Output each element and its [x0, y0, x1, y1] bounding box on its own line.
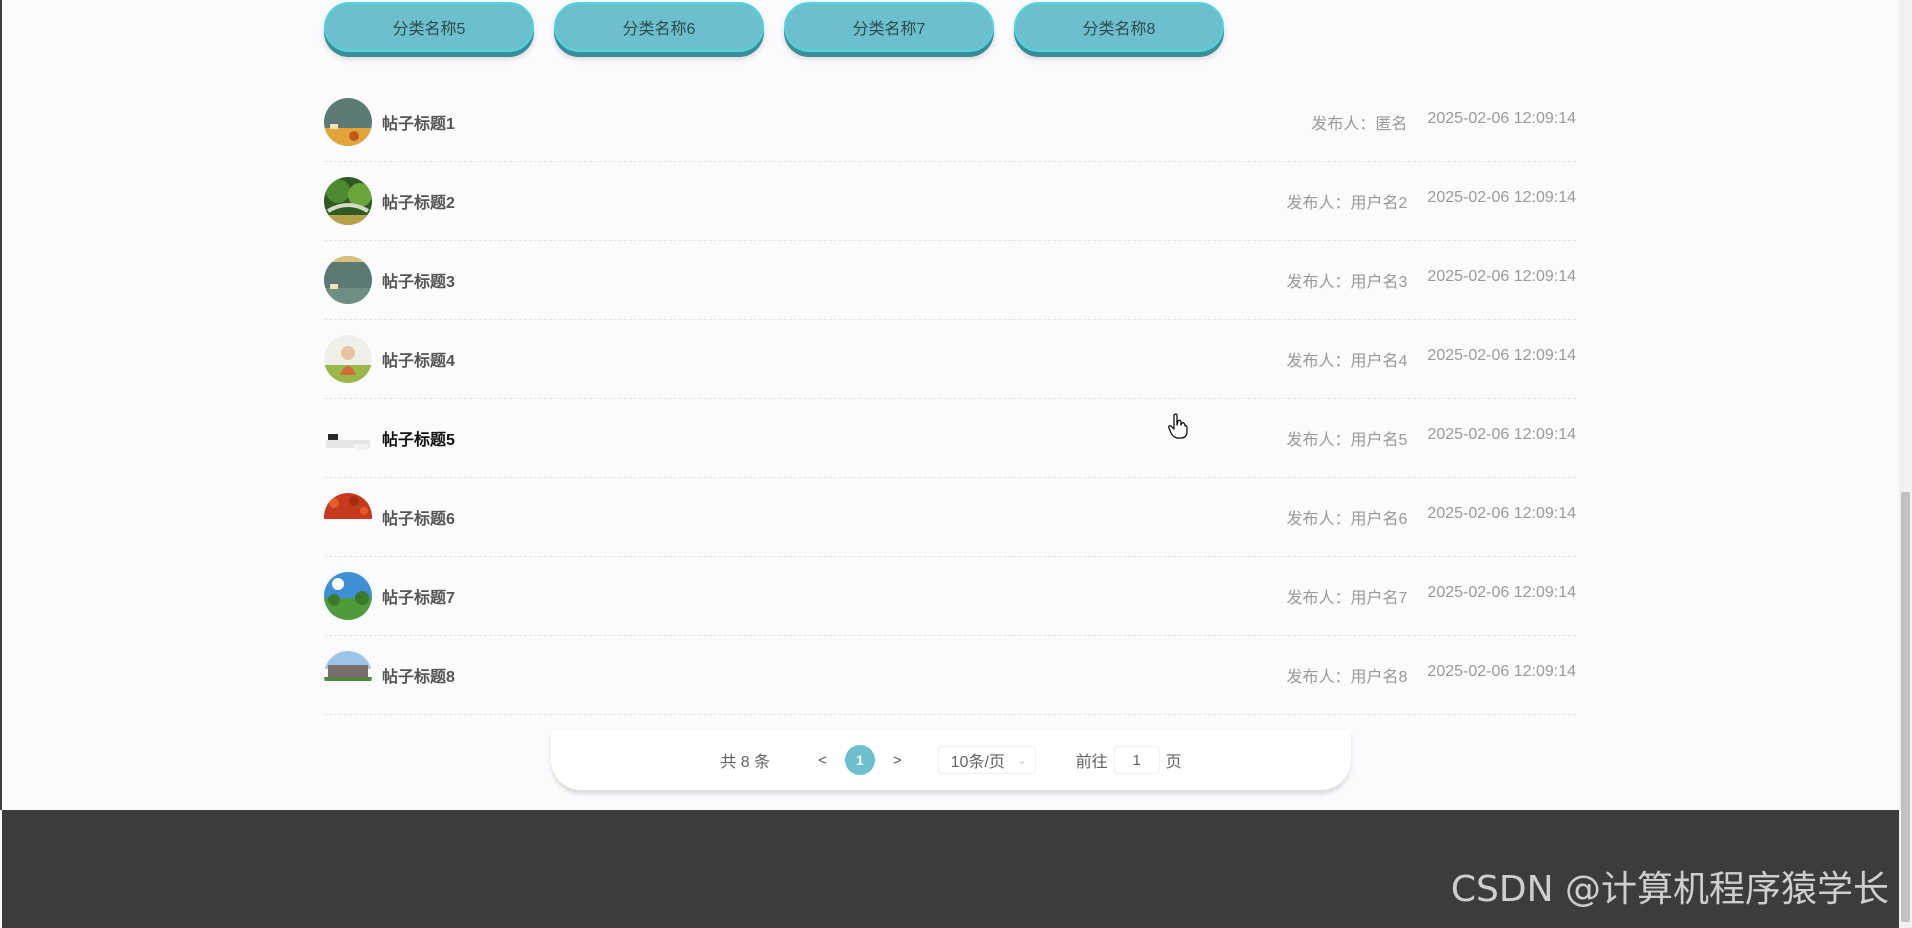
- watermark: CSDN @计算机程序猿学长: [1450, 869, 1889, 910]
- campus-icon: [324, 651, 372, 699]
- post-time: 2025-02-06 12:09:14: [1427, 268, 1576, 285]
- page: 分类名称5 分类名称6 分类名称7 分类名称8 帖子标题1 发布人：匿名 202…: [0, 0, 1912, 928]
- category-button-6[interactable]: 分类名称6: [554, 2, 764, 52]
- post-title[interactable]: 帖子标题7: [382, 584, 455, 608]
- post-time: 2025-02-06 12:09:14: [1427, 110, 1576, 127]
- post-item[interactable]: 帖子标题7 发布人：用户名7 2025-02-06 12:09:14: [324, 557, 1576, 636]
- pagination: 共 8 条 < 1 > 10条/页 ⌄ 前往 页: [551, 730, 1351, 790]
- post-publisher: 发布人：用户名6: [1286, 511, 1408, 528]
- park-icon: [324, 572, 372, 620]
- post-publisher: 发布人：用户名4: [1286, 353, 1408, 370]
- post-title[interactable]: 帖子标题2: [382, 189, 455, 213]
- classroom-icon: [324, 98, 372, 146]
- post-time: 2025-02-06 12:09:14: [1427, 663, 1576, 680]
- post-meta: 发布人：用户名6 2025-02-06 12:09:14: [1287, 505, 1576, 529]
- prev-page-button[interactable]: <: [818, 752, 827, 769]
- category-bar: 分类名称5 分类名称6 分类名称7 分类名称8: [324, 2, 1224, 52]
- post-title[interactable]: 帖子标题4: [382, 347, 455, 371]
- post-publisher: 发布人：用户名8: [1286, 669, 1408, 686]
- post-meta: 发布人：用户名5 2025-02-06 12:09:14: [1287, 426, 1576, 450]
- post-time: 2025-02-06 12:09:14: [1427, 505, 1576, 522]
- page-size-value: 10条/页: [950, 754, 1005, 771]
- garden-icon: [324, 177, 372, 225]
- post-title[interactable]: 帖子标题8: [382, 663, 455, 687]
- pagination-total: 共 8 条: [720, 754, 771, 771]
- post-list: 帖子标题1 发布人：匿名 2025-02-06 12:09:14 帖子标题2 发…: [324, 83, 1576, 715]
- goto-page-input[interactable]: [1113, 746, 1160, 774]
- chevron-down-icon: ⌄: [1017, 754, 1027, 767]
- post-title[interactable]: 帖子标题6: [382, 505, 455, 529]
- post-item[interactable]: 帖子标题8 发布人：用户名8 2025-02-06 12:09:14: [324, 636, 1576, 715]
- post-item[interactable]: 帖子标题1 发布人：匿名 2025-02-06 12:09:14: [324, 83, 1576, 162]
- post-item[interactable]: 帖子标题3 发布人：用户名3 2025-02-06 12:09:14: [324, 241, 1576, 320]
- post-title[interactable]: 帖子标题1: [382, 110, 455, 134]
- goto-label: 前往: [1075, 754, 1108, 771]
- post-time: 2025-02-06 12:09:14: [1427, 426, 1576, 443]
- category-button-5[interactable]: 分类名称5: [324, 2, 534, 52]
- scrollbar[interactable]: [1899, 0, 1912, 928]
- post-publisher: 发布人：用户名7: [1286, 590, 1408, 607]
- post-meta: 发布人：用户名4 2025-02-06 12:09:14: [1287, 347, 1576, 371]
- post-time: 2025-02-06 12:09:14: [1427, 347, 1576, 364]
- post-item[interactable]: 帖子标题5 发布人：用户名5 2025-02-06 12:09:14: [324, 399, 1576, 478]
- post-meta: 发布人：用户名3 2025-02-06 12:09:14: [1287, 268, 1576, 292]
- post-publisher: 发布人：匿名: [1311, 116, 1408, 133]
- flowers-icon: [324, 493, 372, 541]
- post-time: 2025-02-06 12:09:14: [1427, 189, 1576, 206]
- post-item[interactable]: 帖子标题4 发布人：用户名4 2025-02-06 12:09:14: [324, 320, 1576, 399]
- desk-icon: [324, 414, 372, 462]
- left-edge: [0, 0, 2, 810]
- classroom-icon: [324, 256, 372, 304]
- post-item[interactable]: 帖子标题2 发布人：用户名2 2025-02-06 12:09:14: [324, 162, 1576, 241]
- post-publisher: 发布人：用户名3: [1286, 274, 1408, 291]
- post-title[interactable]: 帖子标题3: [382, 268, 455, 292]
- post-publisher: 发布人：用户名5: [1286, 432, 1408, 449]
- post-meta: 发布人：用户名8 2025-02-06 12:09:14: [1287, 663, 1576, 687]
- post-meta: 发布人：用户名7 2025-02-06 12:09:14: [1287, 584, 1576, 608]
- post-time: 2025-02-06 12:09:14: [1427, 584, 1576, 601]
- person-icon: [324, 335, 372, 383]
- post-item[interactable]: 帖子标题6 发布人：用户名6 2025-02-06 12:09:14: [324, 478, 1576, 557]
- next-page-button[interactable]: >: [893, 752, 902, 769]
- page-suffix: 页: [1165, 754, 1182, 771]
- current-page-button[interactable]: 1: [844, 745, 875, 775]
- footer: CSDN @计算机程序猿学长: [2, 810, 1899, 928]
- post-title[interactable]: 帖子标题5: [382, 426, 455, 450]
- category-button-8[interactable]: 分类名称8: [1014, 2, 1224, 52]
- category-button-7[interactable]: 分类名称7: [784, 2, 994, 52]
- post-meta: 发布人：用户名2 2025-02-06 12:09:14: [1287, 189, 1576, 213]
- scrollbar-thumb[interactable]: [1901, 492, 1910, 922]
- post-meta: 发布人：匿名 2025-02-06 12:09:14: [1311, 110, 1576, 134]
- hand-cursor-icon: [1168, 413, 1188, 439]
- post-publisher: 发布人：用户名2: [1286, 195, 1408, 212]
- page-size-select[interactable]: 10条/页 ⌄: [937, 746, 1036, 774]
